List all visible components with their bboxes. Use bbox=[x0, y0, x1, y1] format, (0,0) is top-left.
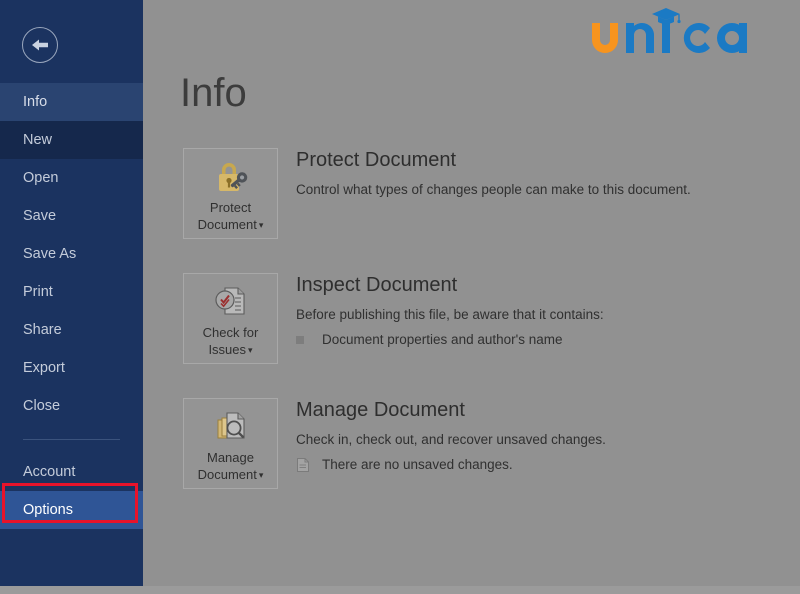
chevron-down-icon: ▾ bbox=[259, 470, 264, 480]
protect-document-button-line2-text: Document bbox=[198, 217, 257, 232]
sidebar-divider bbox=[23, 439, 120, 440]
backstage-sidebar: Info New Open Save Save As Print Share E… bbox=[0, 0, 143, 586]
sidebar-item-label: Open bbox=[23, 170, 58, 186]
manage-document-button-line1: Manage bbox=[207, 449, 254, 466]
manage-document-heading: Manage Document bbox=[296, 398, 606, 422]
sidebar-item-save-as[interactable]: Save As bbox=[0, 235, 143, 273]
sidebar-item-print[interactable]: Print bbox=[0, 273, 143, 311]
inspect-document-detail-row: Document properties and author's name bbox=[296, 331, 604, 348]
protect-document-button[interactable]: Protect Document▾ bbox=[183, 148, 278, 239]
sidebar-item-label: Share bbox=[23, 322, 62, 338]
sidebar-item-share[interactable]: Share bbox=[0, 311, 143, 349]
sidebar-item-label: Options bbox=[23, 502, 73, 518]
lock-and-key-icon bbox=[211, 155, 251, 199]
document-stack-search-icon bbox=[211, 405, 251, 449]
sidebar-item-close[interactable]: Close bbox=[0, 387, 143, 425]
backstage-content: Info bbox=[143, 0, 800, 586]
document-icon bbox=[296, 457, 318, 473]
protect-document-button-line1: Protect bbox=[210, 199, 251, 216]
protect-document-heading: Protect Document bbox=[296, 148, 691, 172]
sidebar-item-options[interactable]: Options bbox=[0, 491, 143, 529]
sidebar-item-label: New bbox=[23, 132, 52, 148]
check-for-issues-button-line2-text: Issues bbox=[208, 342, 246, 357]
manage-document-body: Manage Document Check in, check out, and… bbox=[296, 398, 606, 473]
chevron-down-icon: ▾ bbox=[248, 345, 253, 355]
manage-document-button-line2: Document▾ bbox=[198, 466, 264, 484]
sidebar-item-label: Print bbox=[23, 284, 53, 300]
page-title: Info bbox=[180, 73, 247, 113]
sidebar-item-label: Save bbox=[23, 208, 56, 224]
sidebar-item-account[interactable]: Account bbox=[0, 453, 143, 491]
protect-document-body: Protect Document Control what types of c… bbox=[296, 148, 691, 198]
document-inspect-icon bbox=[211, 280, 251, 324]
manage-document-description: Check in, check out, and recover unsaved… bbox=[296, 431, 606, 448]
inspect-document-description: Before publishing this file, be aware th… bbox=[296, 306, 604, 323]
check-for-issues-button-line1: Check for bbox=[203, 324, 259, 341]
inspect-document-heading: Inspect Document bbox=[296, 273, 604, 297]
sidebar-item-info[interactable]: Info bbox=[0, 83, 143, 121]
inspect-document-body: Inspect Document Before publishing this … bbox=[296, 273, 604, 348]
unica-logo bbox=[586, 8, 786, 60]
sidebar-item-label: Info bbox=[23, 94, 47, 110]
manage-document-button[interactable]: Manage Document▾ bbox=[183, 398, 278, 489]
sidebar-item-new[interactable]: New bbox=[0, 121, 143, 159]
sidebar-item-label: Account bbox=[23, 464, 75, 480]
check-for-issues-button-line2: Issues▾ bbox=[208, 341, 252, 359]
back-arrow-icon bbox=[30, 37, 50, 53]
sidebar-item-save[interactable]: Save bbox=[0, 197, 143, 235]
sidebar-item-open[interactable]: Open bbox=[0, 159, 143, 197]
back-button[interactable] bbox=[22, 27, 58, 63]
sidebar-nav: Info New Open Save Save As Print Share E… bbox=[0, 83, 143, 529]
manage-document-detail-text: There are no unsaved changes. bbox=[322, 456, 513, 473]
chevron-down-icon: ▾ bbox=[259, 220, 264, 230]
word-backstage-info-screen: Info New Open Save Save As Print Share E… bbox=[0, 0, 800, 594]
sidebar-item-label: Save As bbox=[23, 246, 76, 262]
sidebar-item-label: Export bbox=[23, 360, 65, 376]
inspect-document-detail-text: Document properties and author's name bbox=[322, 331, 562, 348]
manage-document-detail-row: There are no unsaved changes. bbox=[296, 456, 606, 473]
manage-document-button-line2-text: Document bbox=[198, 467, 257, 482]
protect-document-description: Control what types of changes people can… bbox=[296, 181, 691, 198]
check-for-issues-button[interactable]: Check for Issues▾ bbox=[183, 273, 278, 364]
sidebar-item-export[interactable]: Export bbox=[0, 349, 143, 387]
bottom-strip bbox=[0, 586, 800, 594]
sidebar-item-label: Close bbox=[23, 398, 60, 414]
square-bullet-icon bbox=[296, 336, 318, 344]
protect-document-button-line2: Document▾ bbox=[198, 216, 264, 234]
